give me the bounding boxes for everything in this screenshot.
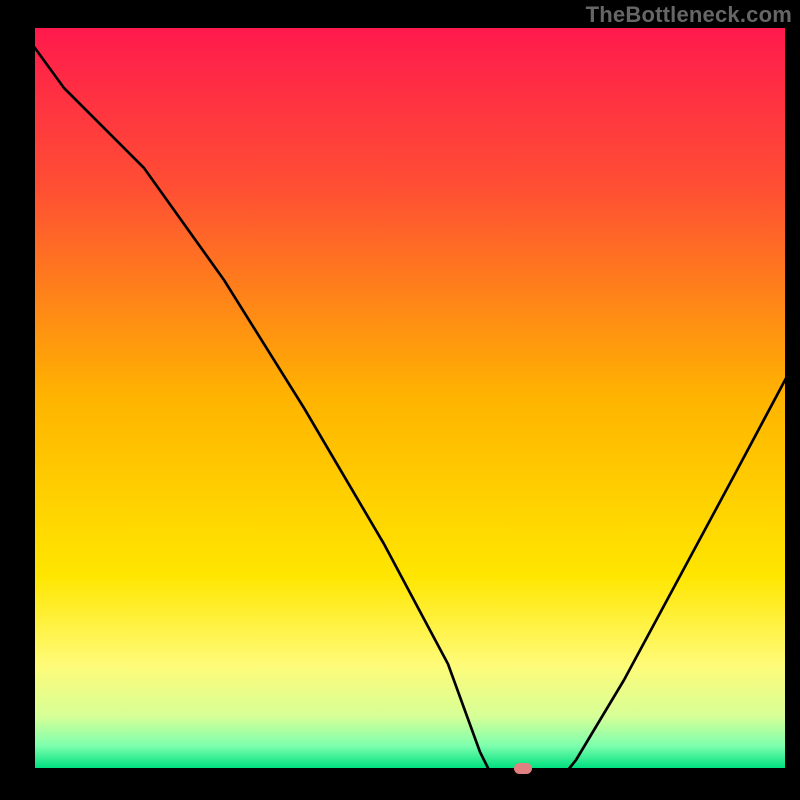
optimal-marker bbox=[514, 763, 532, 774]
chart-plot bbox=[35, 28, 785, 768]
plot-background bbox=[35, 28, 785, 768]
watermark-text: TheBottleneck.com bbox=[586, 2, 792, 28]
chart-frame: TheBottleneck.com bbox=[0, 0, 800, 800]
